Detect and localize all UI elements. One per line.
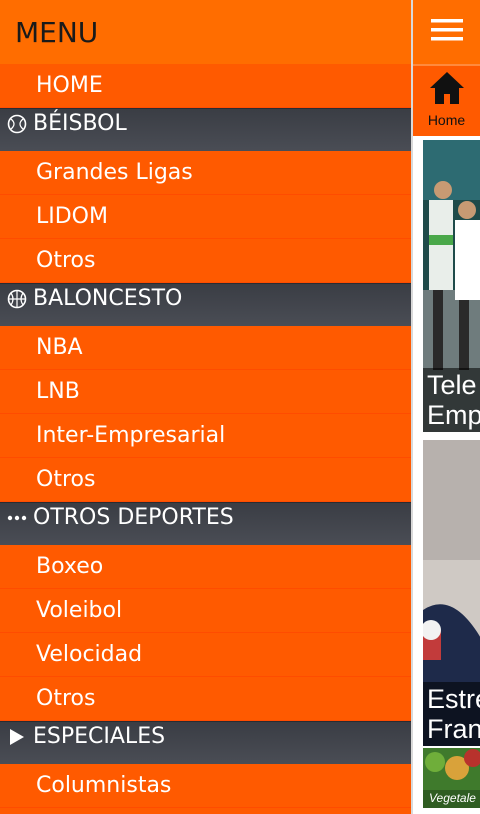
menu-item-lnb[interactable]: LNB bbox=[0, 370, 411, 414]
menu-item-label: LNB bbox=[36, 379, 80, 404]
hamburger-icon bbox=[430, 17, 463, 48]
menu-item-inter-empresarial[interactable]: Inter-Empresarial bbox=[0, 414, 411, 458]
news-caption: Vegetale bbox=[429, 791, 476, 805]
home-icon bbox=[428, 70, 466, 111]
caption-line: Fran bbox=[427, 714, 480, 744]
menu-item-nba[interactable]: NBA bbox=[0, 326, 411, 370]
caption-line: Tele bbox=[427, 370, 477, 400]
play-triangle-icon bbox=[6, 726, 28, 748]
menu-item-label: Grandes Ligas bbox=[36, 160, 193, 185]
menu-item-beisbol-otros[interactable]: Otros bbox=[0, 239, 411, 283]
news-card[interactable]: Vegetale bbox=[423, 748, 480, 808]
section-especiales[interactable]: ESPECIALES bbox=[0, 721, 411, 764]
home-tab-label: Home bbox=[427, 112, 466, 128]
side-menu: MENU HOME BÉISBOL Grandes Ligas LIDOM Ot… bbox=[0, 0, 411, 814]
section-otros-deportes[interactable]: OTROS DEPORTES bbox=[0, 502, 411, 545]
section-label: OTROS DEPORTES bbox=[33, 505, 234, 530]
menu-item-columnistas[interactable]: Columnistas bbox=[0, 764, 411, 808]
section-label: BÉISBOL bbox=[33, 111, 127, 136]
menu-item-voleibol[interactable]: Voleibol bbox=[0, 589, 411, 633]
menu-item-label: HOME bbox=[36, 73, 103, 98]
menu-item-label: NBA bbox=[36, 335, 83, 360]
menu-item-label: LIDOM bbox=[36, 204, 108, 229]
news-caption: Tele Emp bbox=[423, 368, 480, 432]
caption-line: Estre bbox=[427, 684, 480, 714]
menu-item-label: Inter-Empresarial bbox=[36, 423, 226, 448]
menu-item-otros-deportes-otros[interactable]: Otros bbox=[0, 677, 411, 721]
menu-item-grandes-ligas[interactable]: Grandes Ligas bbox=[0, 151, 411, 195]
hamburger-button[interactable] bbox=[413, 0, 480, 64]
menu-item-label: Otros bbox=[36, 248, 96, 273]
menu-item-home[interactable]: HOME bbox=[0, 64, 411, 108]
menu-header: MENU bbox=[0, 0, 411, 64]
caption-line: Emp bbox=[427, 400, 480, 430]
menu-item-label: Otros bbox=[36, 686, 96, 711]
menu-item-lidom[interactable]: LIDOM bbox=[0, 195, 411, 239]
section-beisbol[interactable]: BÉISBOL bbox=[0, 108, 411, 151]
news-card[interactable]: Tele Emp bbox=[423, 140, 480, 432]
menu-item-baloncesto-otros[interactable]: Otros bbox=[0, 458, 411, 502]
menu-item-label: Otros bbox=[36, 467, 96, 492]
menu-item-label: Velocidad bbox=[36, 642, 143, 667]
baseball-icon bbox=[6, 113, 28, 135]
home-tab[interactable]: Home bbox=[413, 64, 480, 136]
menu-item-label: Voleibol bbox=[36, 598, 123, 623]
basketball-icon bbox=[6, 288, 28, 310]
section-baloncesto[interactable]: BALONCESTO bbox=[0, 283, 411, 326]
section-label: BALONCESTO bbox=[33, 286, 183, 311]
section-label: ESPECIALES bbox=[33, 724, 166, 749]
menu-item-boxeo[interactable]: Boxeo bbox=[0, 545, 411, 589]
news-caption: Estre Fran bbox=[423, 682, 480, 746]
content-strip: Home Tele Emp Estre Fr bbox=[411, 0, 480, 814]
news-card[interactable]: Estre Fran bbox=[423, 440, 480, 746]
ellipsis-icon bbox=[6, 507, 28, 529]
menu-item-label: Columnistas bbox=[36, 773, 172, 798]
menu-item-velocidad[interactable]: Velocidad bbox=[0, 633, 411, 677]
menu-title: MENU bbox=[15, 15, 99, 49]
menu-item-label: Boxeo bbox=[36, 554, 104, 579]
